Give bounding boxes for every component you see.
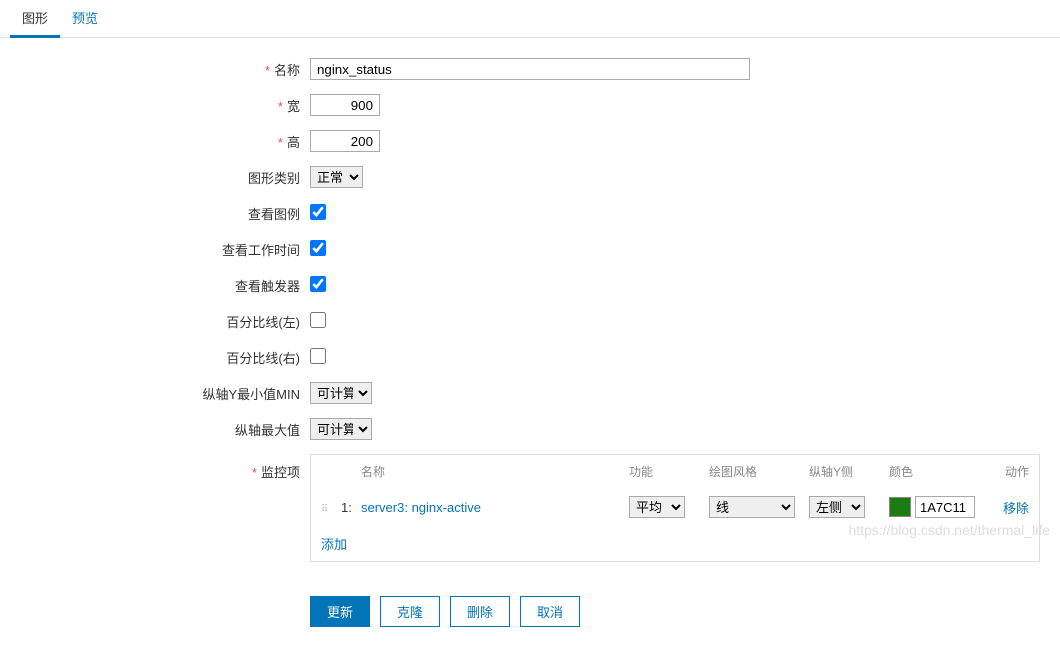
width-input[interactable] [310, 94, 380, 116]
percent-left-checkbox[interactable] [310, 312, 326, 328]
header-style: 绘图风格 [709, 463, 809, 480]
color-input[interactable] [915, 496, 975, 518]
item-axis-select[interactable]: 左侧 [809, 496, 865, 518]
show-triggers-checkbox[interactable] [310, 276, 326, 292]
delete-button[interactable]: 删除 [450, 596, 510, 627]
items-table: 名称 功能 绘图风格 纵轴Y侧 颜色 动作 ⠿ 1: server3: ngin… [310, 454, 1040, 562]
header-action: 动作 [989, 463, 1029, 480]
label-height: *高 [10, 132, 310, 151]
tab-graph[interactable]: 图形 [10, 0, 60, 38]
label-percent-right: 百分比线(右) [10, 348, 310, 367]
label-yaxis-min: 纵轴Y最小值MIN [10, 384, 310, 403]
item-func-select[interactable]: 平均 [629, 496, 685, 518]
item-style-select[interactable]: 线 [709, 496, 795, 518]
header-func: 功能 [629, 463, 709, 480]
height-input[interactable] [310, 130, 380, 152]
remove-link[interactable]: 移除 [1003, 501, 1029, 516]
update-button[interactable]: 更新 [310, 596, 370, 627]
label-monitor-items: *监控项 [10, 454, 310, 481]
cancel-button[interactable]: 取消 [520, 596, 580, 627]
button-bar: 更新 克隆 删除 取消 [310, 596, 1050, 627]
header-name: 名称 [361, 463, 629, 480]
clone-button[interactable]: 克隆 [380, 596, 440, 627]
name-input[interactable] [310, 58, 750, 80]
header-axis: 纵轴Y侧 [809, 463, 889, 480]
tabs: 图形 预览 [0, 0, 1060, 38]
show-legend-checkbox[interactable] [310, 204, 326, 220]
label-width: *宽 [10, 96, 310, 115]
yaxis-min-select[interactable]: 可计算的 [310, 382, 372, 404]
label-name: *名称 [10, 60, 310, 79]
label-graph-type: 图形类别 [10, 168, 310, 187]
item-row: ⠿ 1: server3: nginx-active 平均 线 左侧 移除 [311, 488, 1039, 526]
add-link[interactable]: 添加 [321, 537, 347, 552]
color-swatch[interactable] [889, 497, 911, 517]
item-name-link[interactable]: server3: nginx-active [361, 500, 481, 515]
show-work-period-checkbox[interactable] [310, 240, 326, 256]
label-yaxis-max: 纵轴最大值 [10, 420, 310, 439]
items-header: 名称 功能 绘图风格 纵轴Y侧 颜色 动作 [311, 455, 1039, 488]
header-color: 颜色 [889, 463, 989, 480]
tab-preview[interactable]: 预览 [60, 0, 110, 37]
yaxis-max-select[interactable]: 可计算的 [310, 418, 372, 440]
percent-right-checkbox[interactable] [310, 348, 326, 364]
drag-handle-icon[interactable]: ⠿ [321, 504, 327, 515]
form: *名称 *宽 *高 图形类别 正常 查看图例 查看工作时间 查看触发器 百分比线… [0, 38, 1060, 661]
label-percent-left: 百分比线(左) [10, 312, 310, 331]
item-index: 1: [341, 500, 361, 515]
label-show-work-period: 查看工作时间 [10, 240, 310, 259]
label-show-legend: 查看图例 [10, 204, 310, 223]
label-show-triggers: 查看触发器 [10, 276, 310, 295]
graph-type-select[interactable]: 正常 [310, 166, 363, 188]
